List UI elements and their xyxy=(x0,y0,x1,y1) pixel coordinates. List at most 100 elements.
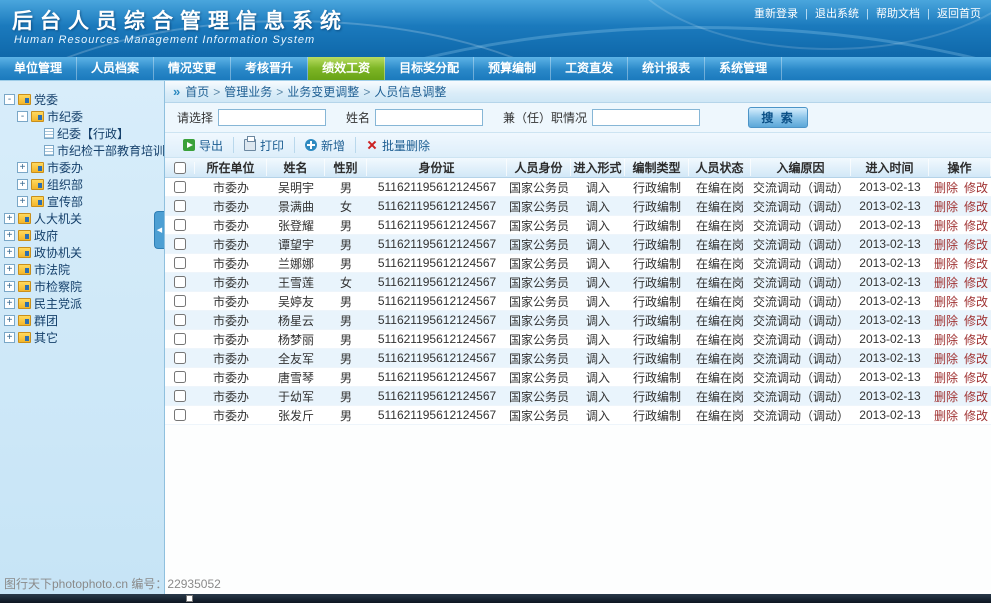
tree-item[interactable]: +市委办 xyxy=(0,159,164,176)
delete-link[interactable]: 删除 xyxy=(934,333,958,347)
tree-toggle-icon[interactable]: - xyxy=(17,111,28,122)
footer-checkbox[interactable] xyxy=(186,595,193,602)
tree-item[interactable]: +组织部 xyxy=(0,176,164,193)
tree-item[interactable]: 纪委【行政】 xyxy=(0,125,164,142)
row-checkbox[interactable] xyxy=(174,238,186,250)
edit-link[interactable]: 修改 xyxy=(964,219,988,233)
tree-toggle-icon[interactable]: + xyxy=(4,213,15,224)
edit-link[interactable]: 修改 xyxy=(964,276,988,290)
delete-link[interactable]: 删除 xyxy=(934,276,958,290)
breadcrumb-item[interactable]: 人员信息调整 xyxy=(374,83,446,100)
edit-link[interactable]: 修改 xyxy=(964,371,988,385)
tree-toggle-icon[interactable]: + xyxy=(17,196,28,207)
toolbar-button[interactable]: 批量删除 xyxy=(356,137,440,153)
delete-link[interactable]: 删除 xyxy=(934,371,958,385)
header-link[interactable]: 返回首页 xyxy=(937,8,981,20)
tree-toggle-icon[interactable]: + xyxy=(4,264,15,275)
breadcrumb-item[interactable]: 首页 xyxy=(185,83,209,100)
tree-item[interactable]: +人大机关 xyxy=(0,210,164,227)
tree-toggle-icon[interactable]: + xyxy=(4,298,15,309)
row-checkbox[interactable] xyxy=(174,409,186,421)
tree-toggle-icon[interactable]: + xyxy=(4,332,15,343)
toolbar-button[interactable]: 新增 xyxy=(295,137,356,153)
tree-item[interactable]: +市检察院 xyxy=(0,278,164,295)
row-checkbox[interactable] xyxy=(174,352,186,364)
edit-link[interactable]: 修改 xyxy=(964,238,988,252)
delete-link[interactable]: 删除 xyxy=(934,352,958,366)
row-checkbox[interactable] xyxy=(174,295,186,307)
row-checkbox[interactable] xyxy=(174,314,186,326)
row-checkbox[interactable] xyxy=(174,333,186,345)
delete-link[interactable]: 删除 xyxy=(934,314,958,328)
search-input[interactable] xyxy=(592,109,700,126)
tree-toggle-icon[interactable]: + xyxy=(4,315,15,326)
search-input[interactable] xyxy=(375,109,483,126)
search-input[interactable] xyxy=(218,109,326,126)
table-row: 市委办吴明宇男511621195612124567国家公务员调入行政编制在编在岗… xyxy=(165,178,991,197)
breadcrumb-item[interactable]: 管理业务 xyxy=(224,83,272,100)
delete-link[interactable]: 删除 xyxy=(934,409,958,423)
row-checkbox[interactable] xyxy=(174,257,186,269)
search-button[interactable]: 搜 索 xyxy=(748,107,808,128)
row-checkbox[interactable] xyxy=(174,200,186,212)
column-header: 编制类型 xyxy=(625,159,689,176)
nav-item[interactable]: 绩效工资 xyxy=(308,57,385,80)
tree-item[interactable]: +政协机关 xyxy=(0,244,164,261)
tree-toggle-icon[interactable]: + xyxy=(4,247,15,258)
header-link[interactable]: 重新登录 xyxy=(754,8,798,20)
tree-item[interactable]: +政府 xyxy=(0,227,164,244)
row-checkbox[interactable] xyxy=(174,219,186,231)
header-link[interactable]: 退出系统 xyxy=(815,8,859,20)
toolbar-button[interactable]: 导出 xyxy=(173,137,234,153)
tree-item[interactable]: +市法院 xyxy=(0,261,164,278)
tree-item[interactable]: +其它 xyxy=(0,329,164,346)
sidebar-collapse-handle[interactable]: ◀ xyxy=(154,211,164,249)
delete-link[interactable]: 删除 xyxy=(934,390,958,404)
nav-item[interactable]: 工资直发 xyxy=(551,57,628,80)
tree-item[interactable]: +群团 xyxy=(0,312,164,329)
delete-link[interactable]: 删除 xyxy=(934,219,958,233)
tree-toggle-icon[interactable]: + xyxy=(4,230,15,241)
delete-link[interactable]: 删除 xyxy=(934,295,958,309)
nav-item[interactable]: 预算编制 xyxy=(474,57,551,80)
edit-link[interactable]: 修改 xyxy=(964,257,988,271)
edit-link[interactable]: 修改 xyxy=(964,314,988,328)
nav-item[interactable]: 情况变更 xyxy=(154,57,231,80)
nav-item[interactable]: 人员档案 xyxy=(77,57,154,80)
tree-item[interactable]: 市纪检干部教育培训中心 xyxy=(0,142,164,159)
tree-toggle-icon[interactable]: + xyxy=(17,162,28,173)
tree-item[interactable]: +宣传部 xyxy=(0,193,164,210)
edit-link[interactable]: 修改 xyxy=(964,333,988,347)
edit-link[interactable]: 修改 xyxy=(964,352,988,366)
tree-item[interactable]: +民主党派 xyxy=(0,295,164,312)
tree-item[interactable]: -党委 xyxy=(0,91,164,108)
delete-link[interactable]: 删除 xyxy=(934,200,958,214)
nav-item[interactable]: 单位管理 xyxy=(0,57,77,80)
tree-toggle-icon[interactable]: + xyxy=(4,281,15,292)
tree-item[interactable]: -市纪委 xyxy=(0,108,164,125)
row-checkbox[interactable] xyxy=(174,276,186,288)
cell-gender: 男 xyxy=(325,407,367,424)
nav-item[interactable]: 统计报表 xyxy=(628,57,705,80)
edit-link[interactable]: 修改 xyxy=(964,390,988,404)
table-row: 市委办全友军男511621195612124567国家公务员调入行政编制在编在岗… xyxy=(165,349,991,368)
breadcrumb-item[interactable]: 业务变更调整 xyxy=(287,83,359,100)
select-all-checkbox[interactable] xyxy=(174,162,186,174)
delete-link[interactable]: 删除 xyxy=(934,181,958,195)
header-link[interactable]: 帮助文档 xyxy=(876,8,920,20)
nav-item[interactable]: 系统管理 xyxy=(705,57,782,80)
row-checkbox[interactable] xyxy=(174,371,186,383)
tree-toggle-icon[interactable]: + xyxy=(17,179,28,190)
nav-item[interactable]: 目标奖分配 xyxy=(385,57,474,80)
toolbar-button[interactable]: 打印 xyxy=(234,137,295,153)
nav-item[interactable]: 考核晋升 xyxy=(231,57,308,80)
row-checkbox[interactable] xyxy=(174,390,186,402)
edit-link[interactable]: 修改 xyxy=(964,200,988,214)
delete-link[interactable]: 删除 xyxy=(934,257,958,271)
edit-link[interactable]: 修改 xyxy=(964,295,988,309)
tree-toggle-icon[interactable]: - xyxy=(4,94,15,105)
row-checkbox[interactable] xyxy=(174,181,186,193)
edit-link[interactable]: 修改 xyxy=(964,181,988,195)
delete-link[interactable]: 删除 xyxy=(934,238,958,252)
edit-link[interactable]: 修改 xyxy=(964,409,988,423)
